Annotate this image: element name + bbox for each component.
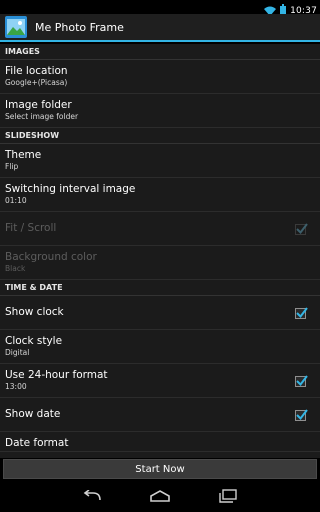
pref-summary: Google+(Picasa) <box>5 78 68 87</box>
pref-image-folder[interactable]: Image folder Select image folder <box>0 94 320 128</box>
action-bar: Me Photo Frame <box>0 14 320 42</box>
pref-summary: Digital <box>5 348 30 357</box>
pref-title: Show clock <box>5 306 64 318</box>
pref-title: Use 24-hour format <box>5 369 108 381</box>
bottom-bar: Start Now <box>0 458 320 480</box>
pref-title: Show date <box>5 408 61 420</box>
app-photo-icon[interactable] <box>5 16 27 38</box>
start-now-button[interactable]: Start Now <box>3 459 317 479</box>
status-bar: 10:37 <box>0 0 320 16</box>
pref-background-color: Background color Black <box>0 246 320 280</box>
pref-title: Fit / Scroll <box>5 222 57 234</box>
show-clock-checkbox[interactable] <box>295 306 308 319</box>
pref-show-date[interactable]: Show date <box>0 398 320 432</box>
pref-fit-scroll: Fit / Scroll <box>0 212 320 246</box>
pref-title: Theme <box>5 149 42 161</box>
pref-date-format[interactable]: Date format <box>0 432 320 452</box>
pref-24-hour-format[interactable]: Use 24-hour format 13:00 <box>0 364 320 398</box>
section-header-images: IMAGES <box>0 44 320 60</box>
pref-switching-interval[interactable]: Switching interval image 01:10 <box>0 178 320 212</box>
navigation-bar <box>0 480 320 512</box>
pref-theme[interactable]: Theme Flip <box>0 144 320 178</box>
home-icon[interactable] <box>149 488 171 504</box>
pref-summary: 13:00 <box>5 382 27 391</box>
pref-title: Clock style <box>5 335 63 347</box>
section-header-time-date: TIME & DATE <box>0 280 320 296</box>
settings-list[interactable]: IMAGES File location Google+(Picasa) Ima… <box>0 44 320 458</box>
pref-summary: Black <box>5 264 26 273</box>
pref-summary: 01:10 <box>5 196 27 205</box>
pref-title: Date format <box>5 437 69 449</box>
pref-title: Background color <box>5 251 97 263</box>
pref-title: Image folder <box>5 99 72 111</box>
show-date-checkbox[interactable] <box>295 408 308 421</box>
pref-title: Switching interval image <box>5 183 136 195</box>
pref-title: File location <box>5 65 68 77</box>
fit-scroll-checkbox <box>295 222 308 235</box>
back-icon[interactable] <box>81 488 103 504</box>
pref-summary: Select image folder <box>5 112 79 121</box>
pref-show-clock[interactable]: Show clock <box>0 296 320 330</box>
section-header-slideshow: SLIDESHOW <box>0 128 320 144</box>
24-hour-checkbox[interactable] <box>295 374 308 387</box>
pref-summary: Flip <box>5 162 19 171</box>
app-title: Me Photo Frame <box>35 20 124 34</box>
recent-apps-icon[interactable] <box>217 488 239 504</box>
pref-file-location[interactable]: File location Google+(Picasa) <box>0 60 320 94</box>
pref-clock-style[interactable]: Clock style Digital <box>0 330 320 364</box>
